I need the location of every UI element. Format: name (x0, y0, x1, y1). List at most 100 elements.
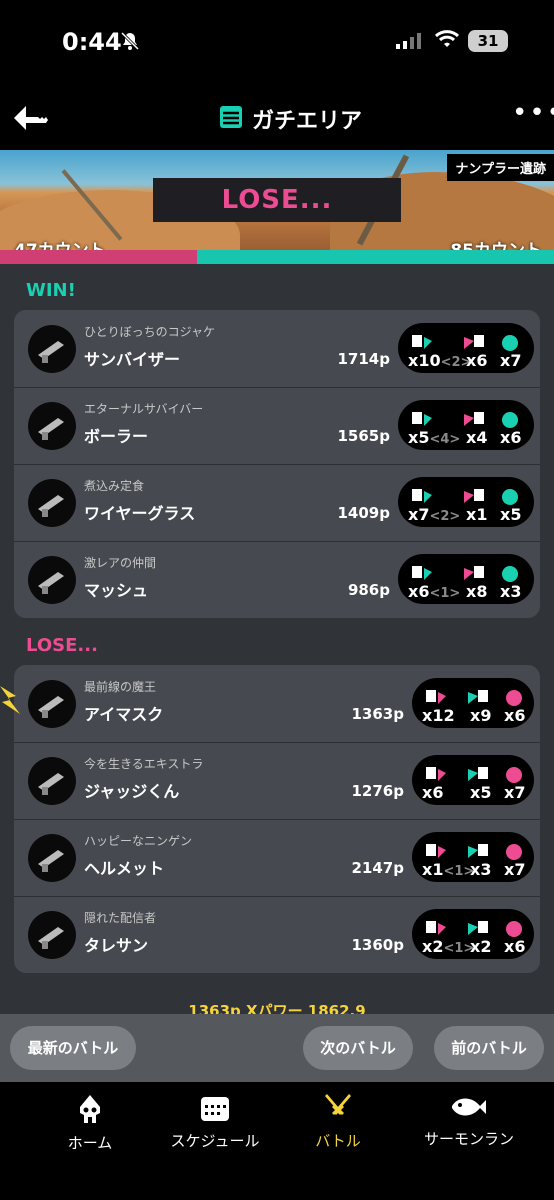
my-team-bar (0, 250, 197, 264)
tab-salmon-run[interactable]: サーモンラン (414, 1094, 524, 1149)
death-count: x5 (470, 783, 492, 802)
player-title: エターナルサバイバー (84, 402, 204, 416)
stats-pill: x12 x9 x6 (412, 678, 534, 728)
player-name: アイマスク (84, 705, 164, 724)
kill-count: x7<2> (408, 505, 461, 524)
kill-count: x6<1> (408, 582, 461, 601)
player-name: ワイヤーグラス (84, 504, 196, 523)
player-row[interactable]: 激レアの仲間マッシュ 986p x6<1> x8 x3 (14, 541, 540, 618)
special-count: x5 (500, 505, 522, 524)
player-title: 煮込み定食 (84, 479, 145, 493)
tab-salmon-run-label: サーモンラン (423, 1130, 514, 1148)
weapon-icon (38, 341, 64, 363)
stats-pill: x7<2> x1 x5 (398, 477, 534, 527)
player-row[interactable]: 隠れた配信者タレサン 1360p x2<1> x2 x6 (14, 896, 540, 973)
death-count: x6 (466, 351, 488, 370)
weapon-icon (38, 696, 64, 718)
special-count: x6 (504, 937, 526, 956)
player-row[interactable]: 最前線の魔王 アイマスク 1363p x12 x9 x6 (14, 665, 540, 742)
player-name: ボーラー (84, 427, 149, 446)
stats-pill: x2<1> x2 x6 (412, 909, 534, 959)
squid-icon (80, 1095, 100, 1123)
tab-home[interactable]: ホーム (60, 1094, 120, 1153)
weapon-icon (38, 850, 64, 872)
prev-battle-button[interactable]: 前のバトル (434, 1026, 544, 1070)
player-name: サンバイザー (84, 350, 181, 369)
player-title: ひとりぼっちのコジャケ (84, 325, 216, 339)
splat-zones-icon (220, 106, 242, 128)
lose-team-card: 最前線の魔王アイマスク 1363p x12 x9 x6 今を生きるエキストラジャッジくん 1… (14, 665, 540, 973)
lose-label: LOSE... (26, 635, 98, 656)
player-row[interactable]: ひとりぼっちのコジャケ サンバイザー 1714p x10<2> x6 x7 (14, 310, 540, 387)
weapon-icon (38, 495, 64, 517)
weapon-icon (38, 773, 64, 795)
back-arrow-icon[interactable] (12, 104, 50, 132)
kill-count: x12 (422, 706, 455, 725)
player-row[interactable]: エターナルサバイバーボーラー 1565p x5<4> x4 x6 (14, 387, 540, 464)
special-count: x7 (500, 351, 522, 370)
death-count: x8 (466, 582, 488, 601)
player-name: ヘルメット (84, 859, 165, 878)
tab-battle-label: バトル (315, 1132, 361, 1150)
page-title: ガチエリア (252, 109, 363, 134)
player-name: タレサン (84, 936, 149, 955)
player-title: 激レアの仲間 (84, 556, 157, 570)
result-text: LOSE... (221, 185, 333, 215)
win-team-card: ひとりぼっちのコジャケ サンバイザー 1714p x10<2> x6 x7 エターナルサバイ… (14, 310, 540, 618)
win-label: WIN! (26, 280, 76, 301)
player-title: ハッピーなニンゲン (84, 834, 193, 848)
player-title: 最前線の魔王 (84, 680, 157, 694)
weapon-icon (38, 572, 64, 594)
bell-muted-icon (120, 31, 140, 51)
player-power: 1409p (337, 504, 391, 522)
player-power: 1565p (337, 427, 391, 445)
player-row[interactable]: 煮込み定食ワイヤーグラス 1409p x7<2> x1 x5 (14, 464, 540, 541)
kill-count: x5<4> (408, 428, 461, 447)
death-count: x3 (470, 860, 492, 879)
latest-battle-button[interactable]: 最新のバトル (10, 1026, 136, 1070)
wifi-icon (434, 30, 460, 47)
stats-pill: x10<2> x6 x7 (398, 323, 534, 373)
stats-pill: x6<1> x8 x3 (398, 554, 534, 604)
special-count: x7 (504, 783, 526, 802)
battle-icon (325, 1094, 351, 1115)
stats-pill: x5<4> x4 x6 (398, 400, 534, 450)
special-count: x6 (500, 428, 522, 447)
stats-pill: x1<1> x3 x7 (412, 832, 534, 882)
kill-count: x2<1> (422, 937, 475, 956)
player-power: 1360p (351, 936, 405, 954)
special-count: x7 (504, 860, 526, 879)
death-count: x9 (470, 706, 492, 725)
signal-icon (396, 33, 421, 49)
player-name: ジャッジくん (84, 782, 180, 801)
player-title: 今を生きるエキストラ (84, 757, 204, 771)
weapon-icon (38, 927, 64, 949)
more-icon[interactable]: ••• (512, 100, 554, 126)
player-power: 1714p (337, 350, 391, 368)
weapon-icon (38, 418, 64, 440)
player-power: 2147p (351, 859, 405, 877)
player-power: 1363p (351, 705, 405, 723)
highlight-arrow-icon (0, 686, 20, 714)
player-power: 986p (347, 581, 390, 599)
player-row[interactable]: 今を生きるエキストラ ジャッジくん 1276p x6 x5 x7 (14, 742, 540, 819)
tab-home-label: ホーム (67, 1134, 113, 1152)
player-name: マッシュ (84, 581, 149, 600)
status-time: 0:44 (62, 28, 122, 56)
player-power: 1276p (351, 782, 405, 800)
calendar-icon (201, 1097, 229, 1121)
death-count: x2 (470, 937, 492, 956)
salmon-icon (452, 1098, 486, 1116)
special-count: x3 (500, 582, 522, 601)
stage-name: ナンプラー遺跡 (447, 154, 554, 181)
death-count: x1 (466, 505, 488, 524)
player-title: 隠れた配信者 (84, 911, 157, 925)
player-row[interactable]: ハッピーなニンゲン ヘルメット 2147p x1<1> x3 x7 (14, 819, 540, 896)
next-battle-button[interactable]: 次のバトル (303, 1026, 413, 1070)
tab-battle[interactable]: バトル (308, 1094, 368, 1151)
enemy-team-bar (197, 250, 554, 264)
tab-schedule[interactable]: スケジュール (165, 1094, 265, 1151)
death-count: x4 (466, 428, 488, 447)
battery-indicator: 31 (468, 30, 508, 52)
tab-schedule-label: スケジュール (170, 1132, 260, 1150)
